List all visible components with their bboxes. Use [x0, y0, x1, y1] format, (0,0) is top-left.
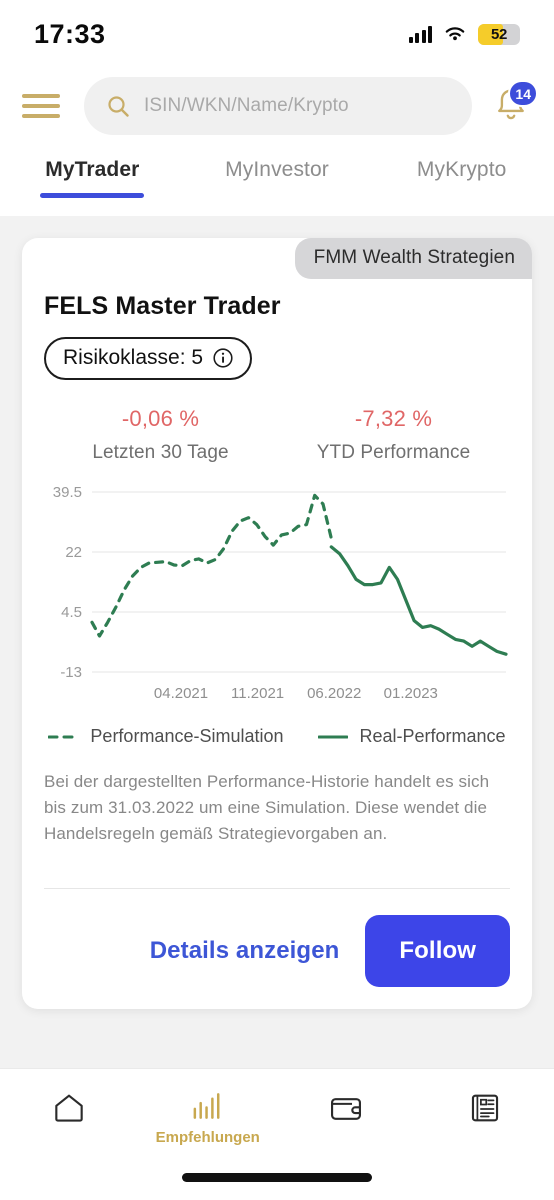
chart-legend: Performance-Simulation Real-Performance: [44, 726, 510, 747]
cellular-signal-icon: [408, 25, 432, 43]
performance-stats: -0,06 % Letzten 30 Tage -7,32 % YTD Perf…: [44, 406, 510, 464]
home-icon: [55, 1094, 83, 1122]
tab-label: MyKrypto: [416, 158, 507, 181]
content-area: FMM Wealth Strategien FELS Master Trader…: [0, 216, 554, 1068]
search-placeholder: ISIN/WKN/Name/Krypto: [144, 95, 349, 116]
provider-badge: FMM Wealth Strategien: [294, 238, 532, 279]
strategy-card: FMM Wealth Strategien FELS Master Trader…: [22, 238, 532, 1010]
legend-dashed-swatch: [48, 735, 79, 738]
wifi-icon: [445, 27, 465, 41]
nav-item-wallet[interactable]: [277, 1089, 416, 1133]
status-bar-indicators: 52: [408, 23, 520, 45]
tab-mykrypto[interactable]: MyKrypto: [369, 158, 554, 198]
main-tabs: MyTrader MyInvestor MyKrypto: [0, 144, 554, 216]
legend-solid-swatch: [317, 735, 348, 738]
svg-text:22: 22: [65, 544, 82, 561]
status-bar: 17:33 52: [0, 0, 554, 68]
news-icon: [471, 1094, 498, 1122]
details-link[interactable]: Details anzeigen: [150, 937, 340, 965]
phone-screen: 17:33 52 ISIN/WKN/Name/Krypto 14 MyTrade…: [0, 0, 554, 1200]
hamburger-menu-icon[interactable]: [22, 94, 60, 118]
app-header: ISIN/WKN/Name/Krypto 14: [0, 68, 554, 144]
stat-value: -7,32 %: [354, 406, 433, 431]
svg-text:4.5: 4.5: [61, 604, 82, 621]
search-input[interactable]: ISIN/WKN/Name/Krypto: [84, 77, 472, 135]
battery-indicator: 52: [478, 23, 520, 45]
status-bar-clock: 17:33: [34, 18, 106, 49]
page-title: FELS Master Trader: [44, 292, 281, 320]
info-circle-icon[interactable]: [212, 347, 234, 369]
tab-label: MyTrader: [45, 158, 140, 181]
stat-label: YTD Performance: [316, 442, 471, 463]
svg-text:01.2023: 01.2023: [384, 685, 438, 702]
tab-label: MyInvestor: [225, 158, 329, 181]
svg-text:06.2022: 06.2022: [307, 685, 361, 702]
wallet-icon: [331, 1098, 362, 1120]
risk-class-label: Risikoklasse: 5: [63, 346, 204, 369]
svg-text:04.2021: 04.2021: [154, 685, 208, 702]
stat-value: -0,06 %: [121, 406, 200, 431]
risk-class-pill[interactable]: Risikoklasse: 5: [44, 337, 253, 380]
nav-label: Empfehlungen: [155, 1129, 260, 1146]
bottom-navigation: Empfehlungen: [0, 1068, 554, 1200]
performance-chart-svg: 39.5 22 4.5 -13 04.2021 11.2021 06.2022 01.2023: [53, 484, 508, 702]
stat-last-30-days: -0,06 % Letzten 30 Tage: [44, 406, 277, 464]
svg-text:11.2021: 11.2021: [231, 685, 284, 702]
disclaimer-text: Bei der dargestellten Performance-Histor…: [44, 772, 490, 843]
tab-myinvestor[interactable]: MyInvestor: [185, 158, 370, 198]
svg-text:39.5: 39.5: [53, 484, 82, 501]
legend-label: Performance-Simulation: [90, 726, 284, 746]
nav-item-home[interactable]: [0, 1089, 139, 1133]
stat-label: Letzten 30 Tage: [92, 442, 229, 463]
nav-item-news[interactable]: [416, 1089, 554, 1133]
bar-chart-icon: [193, 1093, 220, 1119]
tab-active-underline: [40, 193, 145, 198]
legend-item-simulation: Performance-Simulation: [48, 726, 284, 747]
svg-text:-13: -13: [60, 664, 82, 681]
notifications-button[interactable]: 14: [490, 80, 538, 127]
follow-button[interactable]: Follow: [365, 915, 510, 988]
divider: [44, 888, 510, 890]
notification-badge: 14: [508, 80, 538, 107]
search-icon: [108, 96, 129, 117]
stat-ytd-performance: -7,32 % YTD Performance: [277, 406, 510, 464]
home-indicator: [182, 1173, 372, 1182]
legend-label: Real-Performance: [359, 726, 506, 746]
battery-level: 52: [490, 25, 508, 43]
card-actions: Details anzeigen Follow: [44, 915, 510, 988]
legend-item-real: Real-Performance: [317, 726, 506, 747]
performance-chart: 39.5 22 4.5 -13 04.2021 11.2021 06.2022 01.2023: [44, 482, 510, 712]
nav-item-empfehlungen[interactable]: Empfehlungen: [139, 1089, 278, 1146]
tab-mytrader[interactable]: MyTrader: [0, 158, 185, 198]
